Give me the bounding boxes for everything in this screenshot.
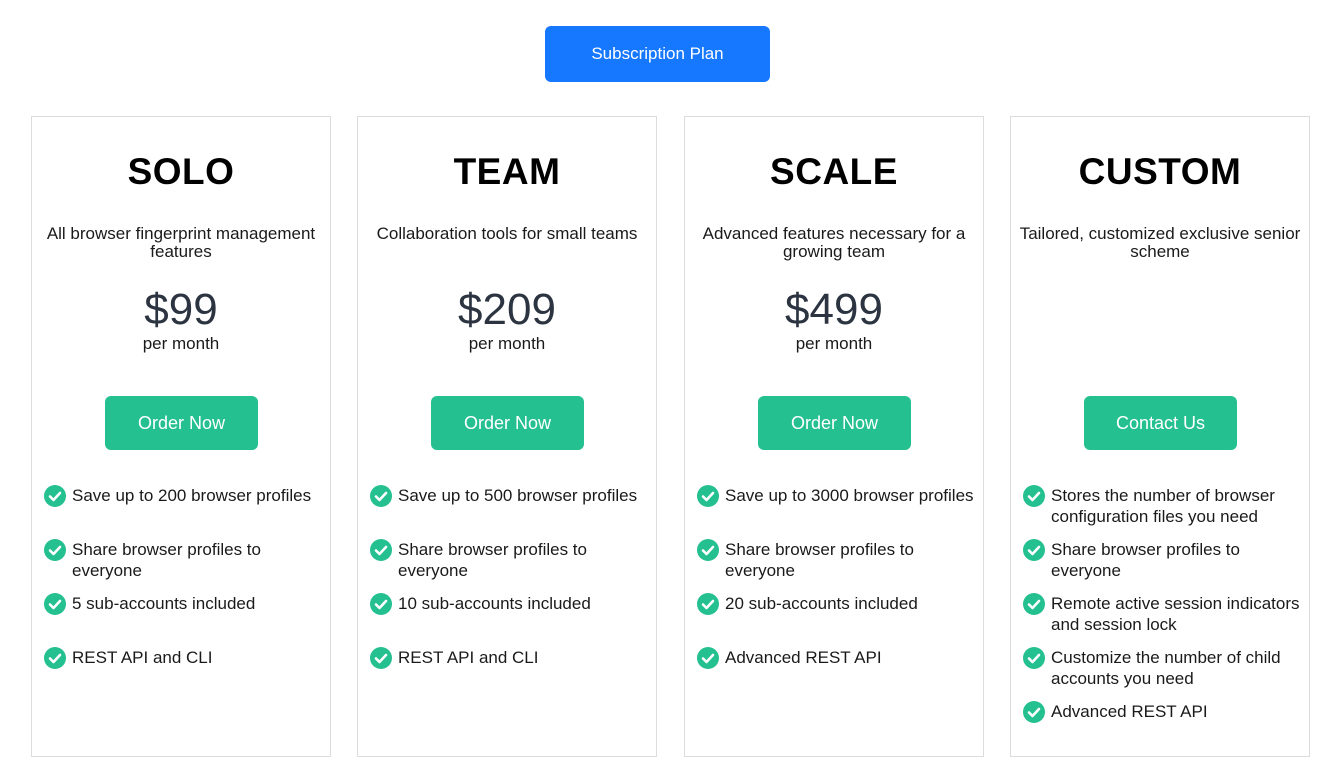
feature-label: Remote active session indicators and ses…	[1051, 594, 1300, 634]
plan-card-custom: CUSTOM Tailored, customized exclusive se…	[1010, 116, 1310, 757]
plan-price: $99	[144, 285, 218, 334]
feature-label: Share browser profiles to everyone	[72, 540, 261, 580]
feature-label: Save up to 3000 browser profiles	[725, 486, 974, 505]
order-now-button[interactable]: Order Now	[105, 396, 258, 450]
check-circle-icon	[1023, 701, 1045, 723]
plan-description: Advanced features necessary for a growin…	[702, 224, 966, 261]
feature-label: REST API and CLI	[398, 648, 539, 667]
feature-label: Advanced REST API	[725, 648, 882, 667]
check-circle-icon	[370, 539, 392, 561]
check-circle-icon	[44, 539, 66, 561]
plan-title: CUSTOM	[1078, 151, 1242, 192]
check-circle-icon	[697, 593, 719, 615]
check-circle-icon	[697, 485, 719, 507]
check-circle-icon	[1023, 593, 1045, 615]
check-circle-icon	[697, 539, 719, 561]
feature-item: Save up to 500 browser profiles	[370, 485, 650, 507]
feature-item: Save up to 3000 browser profiles	[697, 485, 977, 507]
feature-item: REST API and CLI	[370, 647, 650, 669]
feature-item: 20 sub-accounts included	[697, 593, 977, 615]
feature-label: Share browser profiles to everyone	[1051, 540, 1240, 580]
plan-period: per month	[795, 334, 873, 353]
feature-label: Customize the number of child accounts y…	[1051, 648, 1281, 688]
check-circle-icon	[697, 647, 719, 669]
plan-description: Tailored, customized exclusive senior sc…	[1019, 224, 1301, 261]
feature-item: Advanced REST API	[697, 647, 977, 669]
plan-card-scale: SCALE Advanced features necessary for a …	[684, 116, 984, 757]
plan-title: SCALE	[770, 151, 898, 192]
plan-title: SOLO	[127, 151, 235, 192]
feature-item: Save up to 200 browser profiles	[44, 485, 324, 507]
feature-item: Share browser profiles to everyone	[44, 539, 324, 581]
check-circle-icon	[44, 593, 66, 615]
feature-label: Share browser profiles to everyone	[398, 540, 587, 580]
feature-item: REST API and CLI	[44, 647, 324, 669]
check-circle-icon	[1023, 647, 1045, 669]
contact-us-button[interactable]: Contact Us	[1084, 396, 1237, 450]
feature-label: REST API and CLI	[72, 648, 213, 667]
check-circle-icon	[370, 485, 392, 507]
feature-label: Save up to 500 browser profiles	[398, 486, 638, 505]
feature-label: 20 sub-accounts included	[725, 594, 918, 613]
plan-description: Collaboration tools for small teams	[376, 224, 638, 243]
plan-price: $499	[785, 285, 883, 334]
feature-item: Remote active session indicators and ses…	[1023, 593, 1303, 635]
feature-label: Advanced REST API	[1051, 702, 1208, 721]
plan-card-team: TEAM Collaboration tools for small teams…	[357, 116, 657, 757]
plan-period: per month	[468, 334, 546, 353]
feature-label: 10 sub-accounts included	[398, 594, 591, 613]
plan-card-solo: SOLO All browser fingerprint management …	[31, 116, 331, 757]
plan-description: All browser fingerprint management featu…	[46, 224, 316, 261]
check-circle-icon	[370, 647, 392, 669]
feature-item: Share browser profiles to everyone	[1023, 539, 1303, 581]
feature-item: 5 sub-accounts included	[44, 593, 324, 615]
feature-label: Save up to 200 browser profiles	[72, 486, 312, 505]
feature-item: Share browser profiles to everyone	[370, 539, 650, 581]
check-circle-icon	[370, 593, 392, 615]
plan-period: per month	[142, 334, 220, 353]
feature-item: 10 sub-accounts included	[370, 593, 650, 615]
plan-price: $209	[458, 285, 556, 334]
feature-item: Stores the number of browser configurati…	[1023, 485, 1303, 527]
order-now-button[interactable]: Order Now	[431, 396, 584, 450]
feature-item: Share browser profiles to everyone	[697, 539, 977, 581]
check-circle-icon	[1023, 485, 1045, 507]
check-circle-icon	[1023, 539, 1045, 561]
plan-title: TEAM	[453, 151, 561, 192]
feature-label: 5 sub-accounts included	[72, 594, 256, 613]
feature-label: Share browser profiles to everyone	[725, 540, 914, 580]
feature-item: Customize the number of child accounts y…	[1023, 647, 1303, 689]
feature-item: Advanced REST API	[1023, 701, 1303, 723]
subscription-plan-button[interactable]: Subscription Plan	[545, 26, 770, 82]
order-now-button[interactable]: Order Now	[758, 396, 911, 450]
check-circle-icon	[44, 647, 66, 669]
feature-label: Stores the number of browser configurati…	[1051, 486, 1275, 526]
check-circle-icon	[44, 485, 66, 507]
